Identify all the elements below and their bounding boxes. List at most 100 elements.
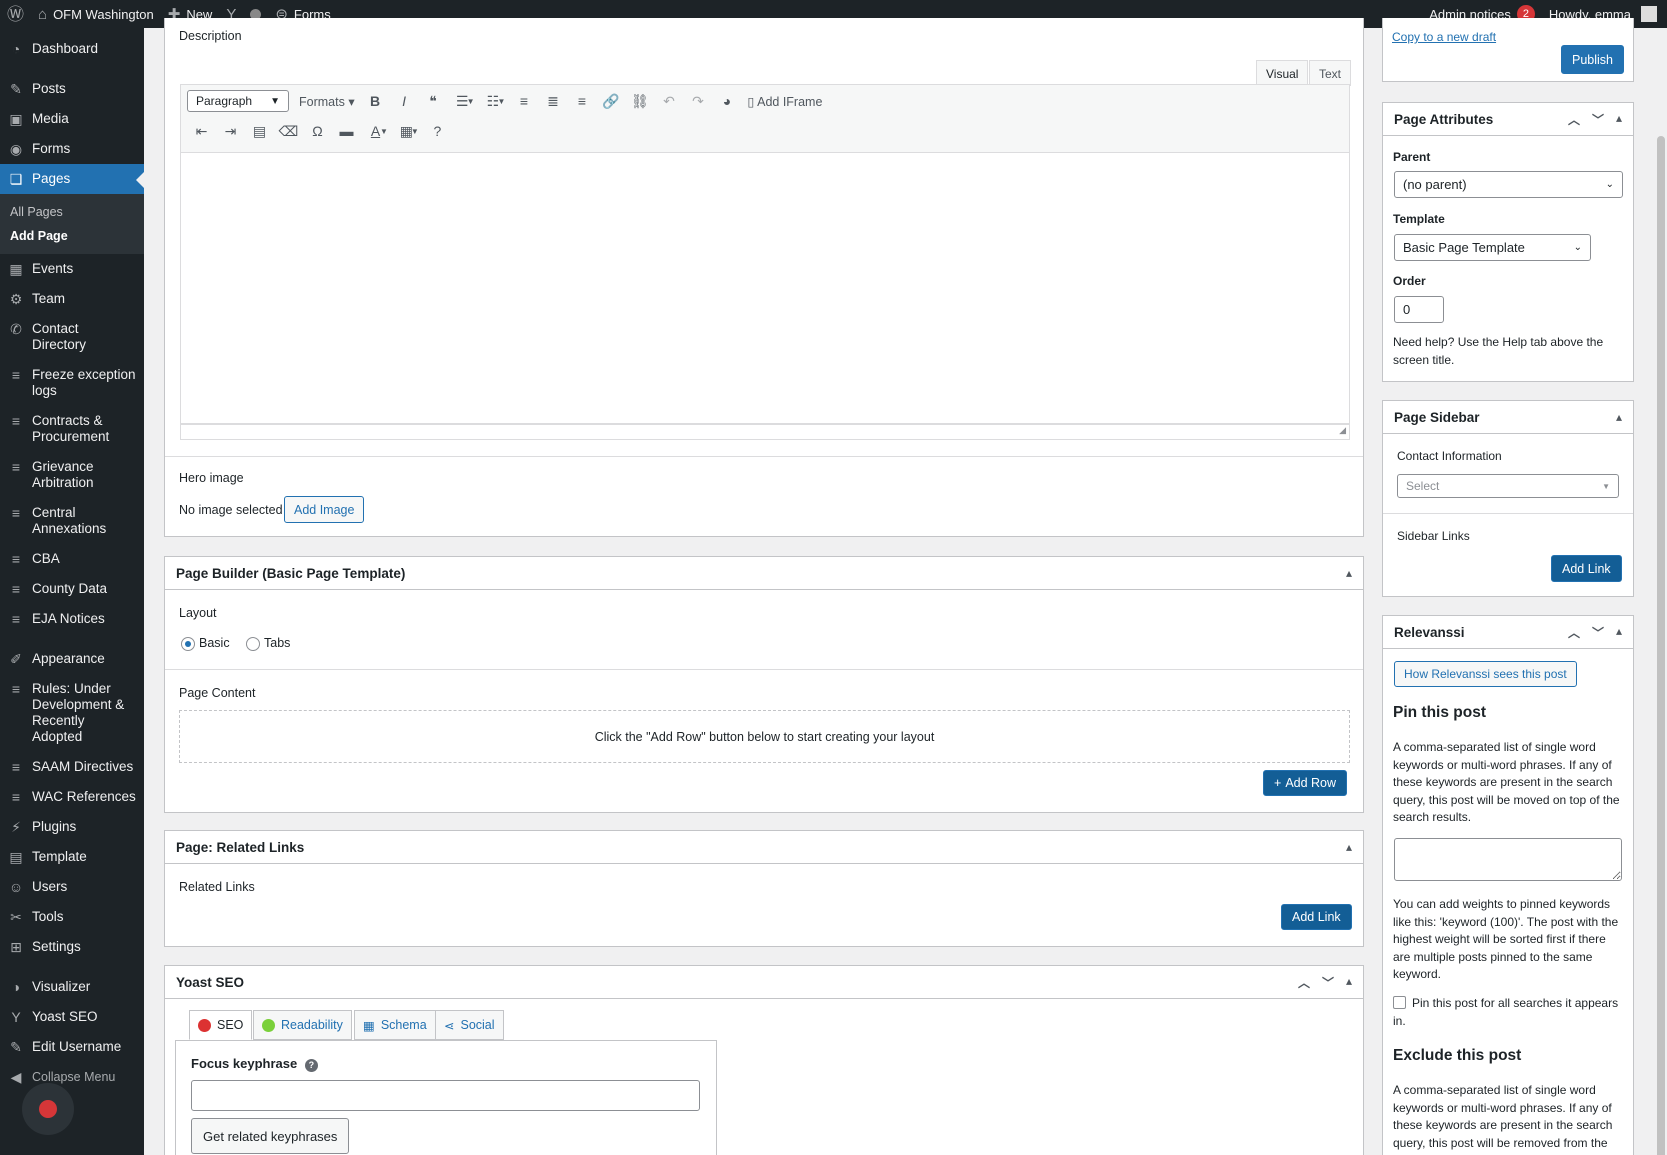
paragraph-format-select[interactable]: Paragraph ▼ — [187, 90, 289, 112]
move-up-icon[interactable]: ︿ — [1298, 974, 1310, 991]
order-input[interactable]: 0 — [1394, 296, 1444, 323]
help-icon[interactable]: ? — [304, 1059, 318, 1072]
sidebar-add-link-button[interactable]: Add Link — [1551, 555, 1622, 582]
formats-dropdown[interactable]: Formats ▾ — [293, 94, 361, 109]
pin-all-option[interactable]: Pin this post for all searches it appear… — [1393, 995, 1623, 1030]
sidebar-item-visualizer[interactable]: ◑ Visualizer — [0, 972, 144, 1002]
sidebar-item-team[interactable]: ⚙ Team — [0, 284, 144, 314]
resize-handle-icon[interactable]: ◢ — [1339, 425, 1346, 436]
toggle-panel-icon[interactable]: ▴ — [1616, 624, 1622, 641]
parent-select[interactable]: (no parent) ⌄ — [1394, 171, 1623, 198]
tab-text[interactable]: Text — [1309, 60, 1352, 86]
undo-icon[interactable]: ↶ — [654, 89, 683, 113]
chart-icon[interactable]: ◕ — [712, 89, 741, 113]
sidebar-item-pages[interactable]: ❏ Pages — [0, 164, 144, 194]
toggle-panel-icon[interactable]: ▴ — [1346, 840, 1352, 854]
sidebar-item-settings[interactable]: ⊞ Settings — [0, 932, 144, 962]
template-select[interactable]: Basic Page Template ⌄ — [1394, 234, 1591, 261]
site-name-link[interactable]: ⌂ OFM Washington — [31, 0, 161, 28]
database-icon: ≡ — [11, 681, 21, 697]
sidebar-item-tools[interactable]: ✂ Tools — [0, 902, 144, 932]
sidebar-item-contact-directory[interactable]: ✆ Contact Directory — [0, 314, 144, 360]
scrollbar-thumb[interactable] — [1657, 136, 1665, 1155]
sidebar-item-events[interactable]: ▦ Events — [0, 254, 144, 284]
align-right-icon[interactable]: ≡ — [567, 89, 596, 113]
sidebar-item-freeze-exception-logs[interactable]: ≡ Freeze exception logs — [0, 360, 144, 406]
publish-button[interactable]: Publish — [1561, 45, 1624, 74]
horizontal-line-icon[interactable]: ▬ — [332, 119, 361, 143]
pin-all-checkbox[interactable] — [1393, 996, 1406, 1009]
toggle-panel-icon[interactable]: ▴ — [1616, 410, 1622, 424]
wordpress-logo-icon[interactable]: Ⓦ — [0, 0, 31, 28]
clear-formatting-icon[interactable]: ⌫ — [274, 119, 303, 143]
yoast-tab-social[interactable]: ⋖ Social — [435, 1010, 504, 1040]
yoast-tab-readability[interactable]: Readability — [253, 1010, 352, 1040]
sidebar-item-dashboard[interactable]: ◔ Dashboard — [0, 34, 144, 64]
sidebar-item-saam-directives[interactable]: ≡ SAAM Directives — [0, 752, 144, 782]
sidebar-item-grievance-arbitration[interactable]: ≡ Grievance Arbitration — [0, 452, 144, 498]
sidebar-item-contracts-procurement[interactable]: ≡ Contracts & Procurement — [0, 406, 144, 452]
move-down-icon[interactable]: ﹀ — [1322, 974, 1334, 991]
blockquote-icon[interactable]: ❝ — [419, 89, 448, 113]
sidebar-item-media[interactable]: ▣ Media — [0, 104, 144, 134]
sidebar-item-wac-references[interactable]: ≡ WAC References — [0, 782, 144, 812]
paste-text-icon[interactable]: ▤ — [245, 119, 274, 143]
sidebar-item-county-data[interactable]: ≡ County Data — [0, 574, 144, 604]
sidebar-item-central-annexations[interactable]: ≡ Central Annexations — [0, 498, 144, 544]
contact-select[interactable]: Select ▼ — [1397, 474, 1619, 498]
tab-visual[interactable]: Visual — [1256, 60, 1309, 86]
sidebar-item-forms[interactable]: ◉ Forms — [0, 134, 144, 164]
yoast-tab-schema[interactable]: ▦ Schema — [354, 1010, 436, 1040]
redo-icon[interactable]: ↷ — [683, 89, 712, 113]
radio-basic[interactable] — [181, 636, 195, 651]
sidebar-item-cba[interactable]: ≡ CBA — [0, 544, 144, 574]
layout-tabs-option[interactable]: Tabs — [246, 636, 290, 651]
collapse-menu-button[interactable]: ◀ Collapse Menu — [0, 1062, 144, 1092]
sidebar-item-appearance[interactable]: ✐ Appearance — [0, 644, 144, 674]
pin-keywords-textarea[interactable] — [1394, 838, 1622, 881]
sidebar-item-edit-username[interactable]: ✎ Edit Username — [0, 1032, 144, 1062]
radio-tabs[interactable] — [246, 636, 260, 651]
toggle-panel-icon[interactable]: ▴ — [1616, 111, 1622, 128]
add-iframe-button[interactable]: ▯ Add IFrame — [741, 94, 822, 109]
editor-content-area[interactable] — [180, 153, 1350, 424]
layout-basic-option[interactable]: Basic — [181, 636, 230, 651]
unlink-icon[interactable]: ⛓ — [625, 89, 654, 113]
move-down-icon[interactable]: ﹀ — [1592, 624, 1604, 641]
move-up-icon[interactable]: ︿ — [1568, 624, 1580, 641]
align-left-icon[interactable]: ≡ — [509, 89, 538, 113]
align-center-icon[interactable]: ≣ — [538, 89, 567, 113]
related-add-link-button[interactable]: Add Link — [1281, 904, 1352, 930]
yoast-tab-seo[interactable]: SEO — [189, 1010, 253, 1040]
sidebar-item-plugins[interactable]: ⚡ Plugins — [0, 812, 144, 842]
indent-icon[interactable]: ⇥ — [216, 119, 245, 143]
toggle-panel-icon[interactable]: ▴ — [1346, 566, 1352, 580]
italic-icon[interactable]: I — [390, 89, 419, 113]
toggle-panel-icon[interactable]: ▴ — [1346, 974, 1352, 991]
sidebar-item-rules-under-development-recently-adopted[interactable]: ≡ Rules: Under Development & Recently Ado… — [0, 674, 144, 752]
sidebar-item-users[interactable]: ☺ Users — [0, 872, 144, 902]
move-up-icon[interactable]: ︿ — [1568, 111, 1580, 128]
floating-action-icon[interactable] — [22, 1083, 74, 1135]
submenu-add-page[interactable]: Add Page — [0, 224, 144, 248]
add-image-button[interactable]: Add Image — [284, 496, 365, 523]
add-row-button[interactable]: + Add Row — [1263, 770, 1348, 796]
help-icon[interactable]: ? — [423, 119, 452, 143]
page-scrollbar[interactable] — [1655, 28, 1667, 1155]
sidebar-item-posts[interactable]: ✎ Posts — [0, 74, 144, 104]
sidebar-item-eja-notices[interactable]: ≡ EJA Notices — [0, 604, 144, 634]
submenu-all-pages[interactable]: All Pages — [0, 200, 144, 224]
how-relevanssi-sees-button[interactable]: How Relevanssi sees this post — [1394, 661, 1577, 687]
sidebar-item-yoast-seo[interactable]: Y Yoast SEO — [0, 1002, 144, 1032]
bold-icon[interactable]: B — [361, 89, 390, 113]
attributes-help-text: Need help? Use the Help tab above the sc… — [1393, 335, 1604, 367]
get-related-keyphrases-button[interactable]: Get related keyphrases — [191, 1118, 350, 1154]
copy-to-draft-link[interactable]: Copy to a new draft — [1392, 30, 1496, 44]
focus-keyphrase-input[interactable] — [191, 1080, 700, 1111]
sidebar-item-template[interactable]: ▤ Template — [0, 842, 144, 872]
move-down-icon[interactable]: ﹀ — [1592, 111, 1604, 128]
sidebar-item-label: Appearance — [32, 651, 105, 666]
outdent-icon[interactable]: ⇤ — [187, 119, 216, 143]
special-character-icon[interactable]: Ω — [303, 119, 332, 143]
link-icon[interactable]: 🔗 — [596, 89, 625, 113]
